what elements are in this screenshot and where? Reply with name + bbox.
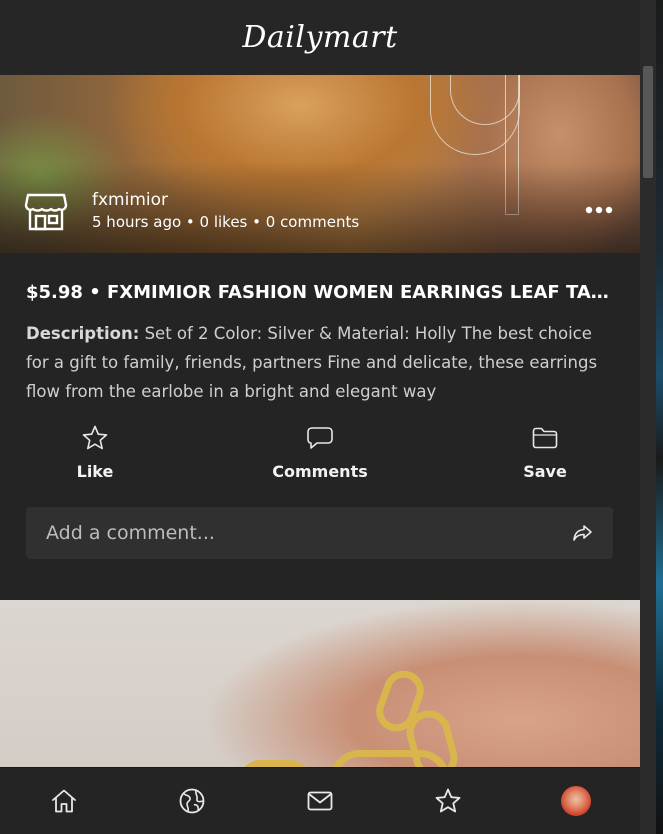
comment-bubble-icon — [307, 427, 333, 449]
necklace-chain — [505, 75, 519, 215]
home-icon — [52, 789, 76, 813]
mail-icon — [307, 791, 333, 811]
author-text: fxmimior 5 hours ago • 0 likes • 0 comme… — [92, 189, 359, 233]
comment-input[interactable] — [46, 522, 571, 544]
like-label: Like — [76, 462, 114, 481]
globe-icon — [179, 788, 205, 814]
save-label: Save — [523, 462, 567, 481]
shop-icon — [24, 193, 68, 231]
nav-explore[interactable] — [162, 771, 222, 831]
top-header: Dailymart — [0, 0, 640, 75]
comments-button[interactable]: Comments — [225, 424, 415, 481]
author-name[interactable]: fxmimior — [92, 189, 359, 211]
post-meta: 5 hours ago • 0 likes • 0 comments — [92, 213, 360, 231]
post-title[interactable]: $5.98 • FXMIMIOR FASHION WOMEN EARRINGS … — [26, 279, 614, 307]
post-actions: Like Comments Save — [0, 406, 640, 481]
more-options-icon[interactable] — [584, 202, 614, 218]
nav-profile[interactable] — [546, 771, 606, 831]
post-description: Description: Set of 2 Color: Silver & Ma… — [26, 319, 614, 406]
post-image[interactable]: fxmimior 5 hours ago • 0 likes • 0 comme… — [0, 75, 640, 253]
folder-icon — [532, 427, 558, 449]
post-image[interactable] — [0, 600, 640, 767]
bottom-navigation — [0, 767, 640, 834]
bracelet-link — [240, 760, 310, 767]
nav-messages[interactable] — [290, 771, 350, 831]
star-icon — [82, 425, 108, 450]
nav-home[interactable] — [34, 771, 94, 831]
avatar — [561, 786, 591, 816]
bracelet-link — [330, 750, 450, 767]
post-body: $5.98 • FXMIMIOR FASHION WOMEN EARRINGS … — [0, 253, 640, 559]
description-label: Description: — [26, 324, 140, 343]
comments-label: Comments — [272, 462, 368, 481]
share-arrow-icon[interactable] — [571, 522, 593, 544]
post-author[interactable]: fxmimior 5 hours ago • 0 likes • 0 comme… — [24, 189, 359, 233]
comment-box — [26, 507, 613, 559]
nav-favorites[interactable] — [418, 771, 478, 831]
save-button[interactable]: Save — [450, 424, 640, 481]
feed[interactable]: fxmimior 5 hours ago • 0 likes • 0 comme… — [0, 75, 640, 767]
app-logo[interactable]: Dailymart — [242, 20, 397, 55]
like-button[interactable]: Like — [0, 424, 190, 481]
post-card: fxmimior 5 hours ago • 0 likes • 0 comme… — [0, 75, 640, 559]
star-icon — [435, 788, 461, 813]
scrollbar-thumb[interactable] — [643, 66, 653, 178]
background-window-edge — [656, 0, 663, 834]
app-window: Dailymart fxmimior 5 hours ago • 0 likes… — [0, 0, 640, 834]
scrollbar[interactable] — [640, 0, 656, 834]
